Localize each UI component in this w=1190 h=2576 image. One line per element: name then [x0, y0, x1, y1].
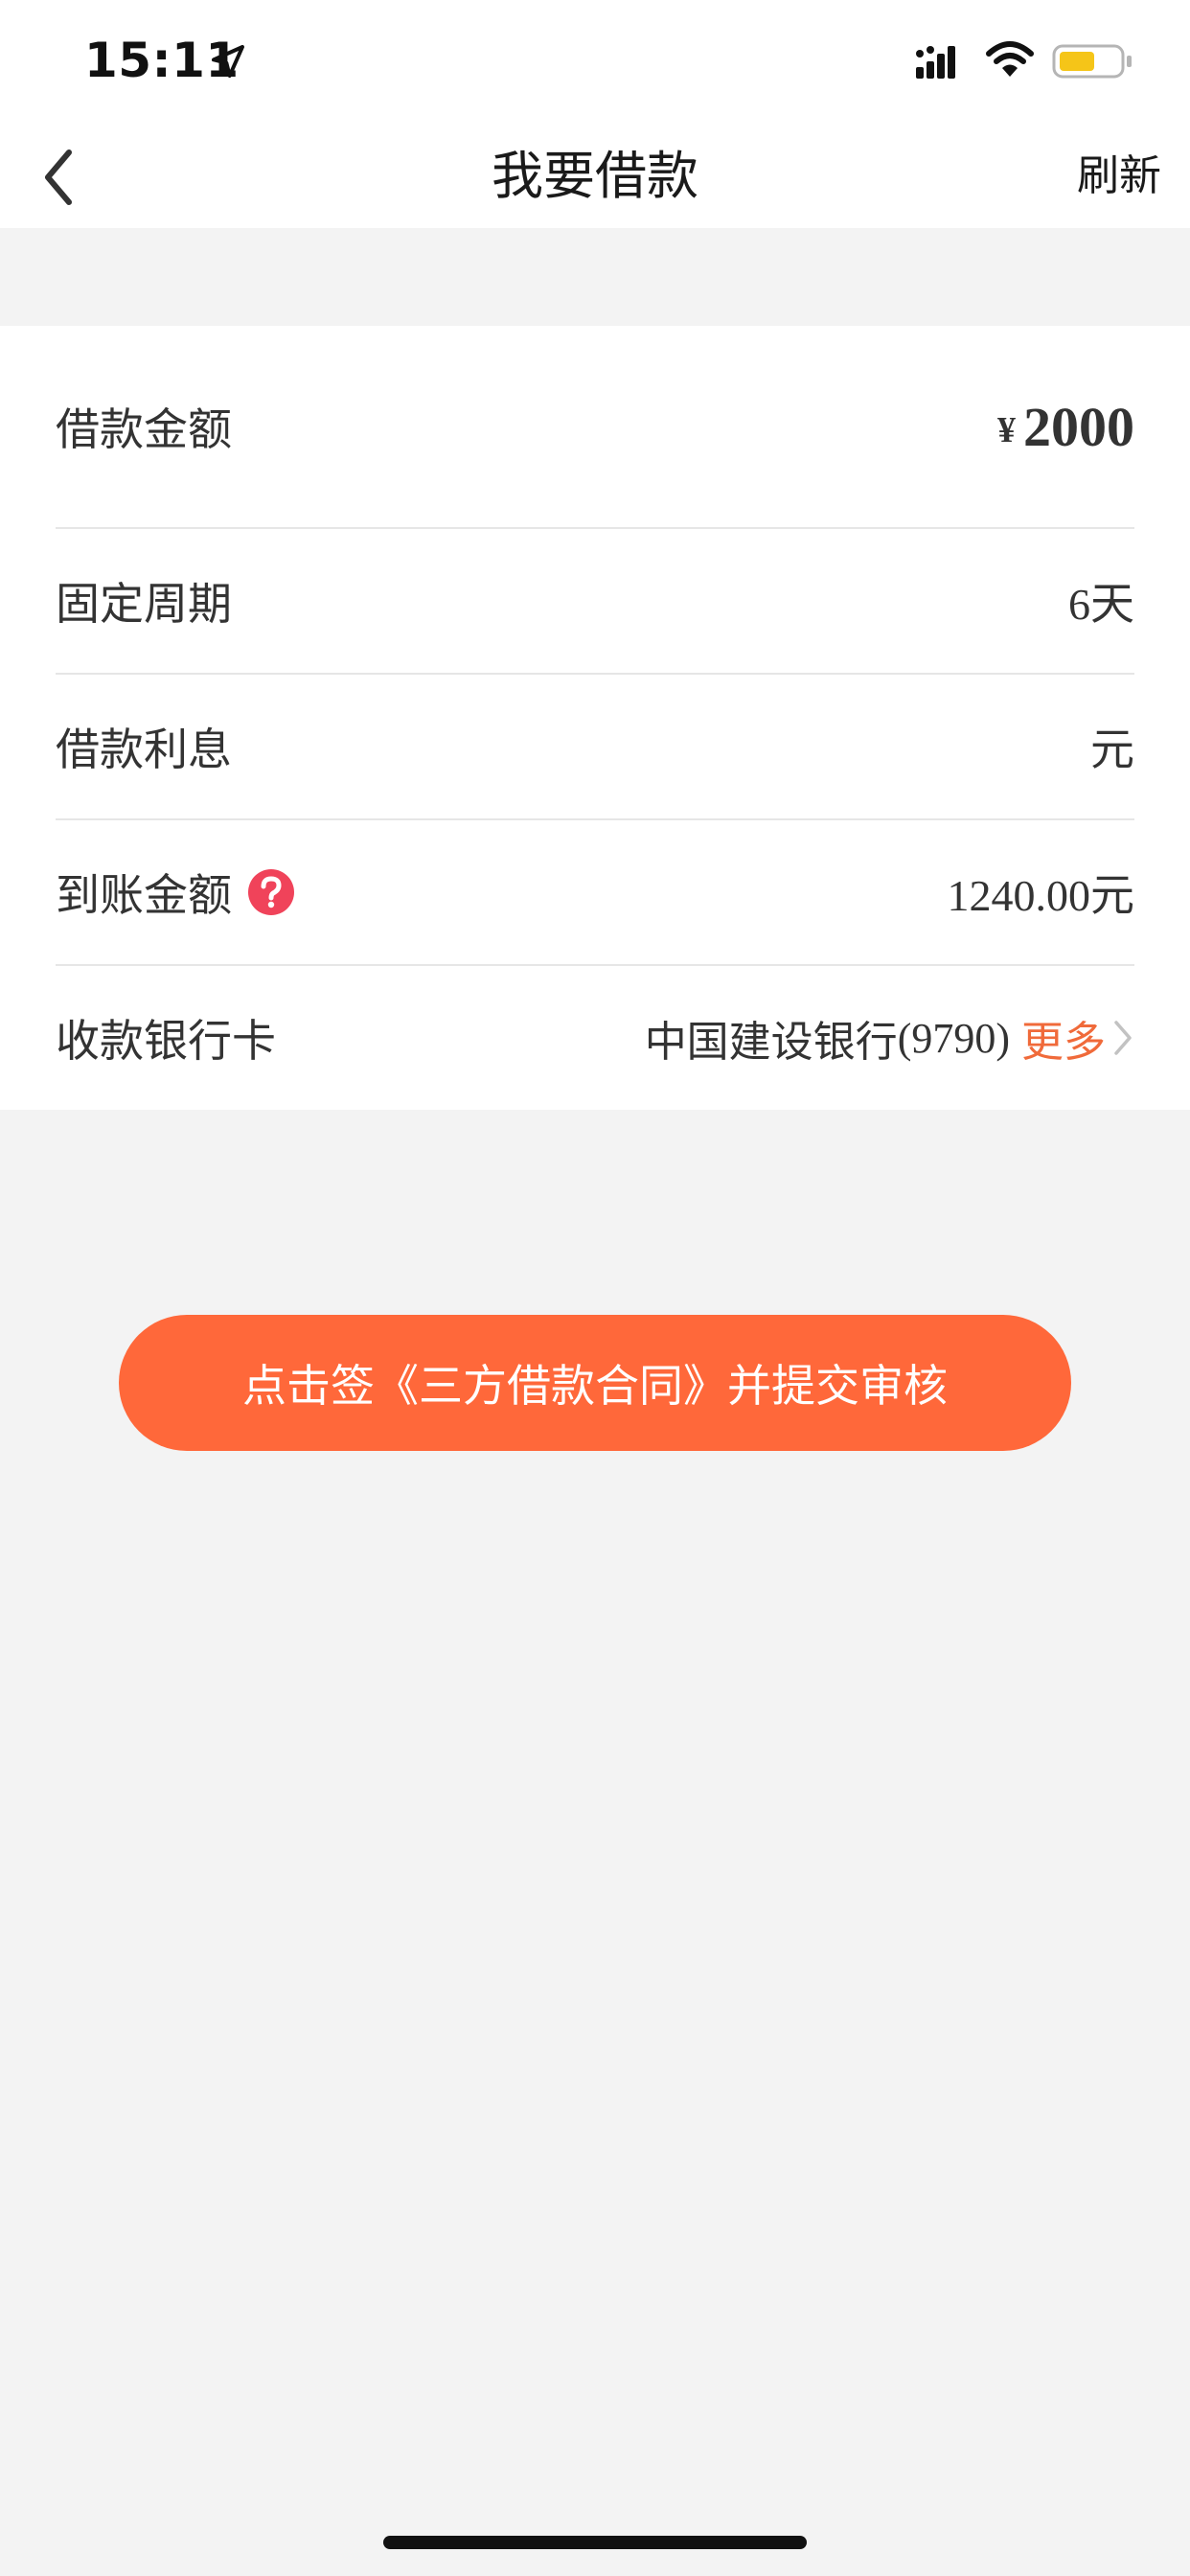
loan-amount-value: ¥ 2000 [997, 395, 1134, 459]
wifi-icon [986, 41, 1034, 77]
chevron-right-icon [1114, 1021, 1132, 1055]
bank-card-suffix: (9790) [897, 1014, 1010, 1062]
loan-amount-label: 借款金额 [56, 403, 232, 455]
received-amount-label-group: 到账金额 [56, 861, 295, 924]
battery-icon [1052, 44, 1132, 79]
bank-card-value: 中国建设银行 (9790) 更多 [645, 1007, 1134, 1069]
more-banks-link[interactable]: 更多 [1021, 1007, 1106, 1069]
received-amount-value: 1240.00元 [947, 871, 1135, 920]
bank-card-label: 收款银行卡 [56, 1015, 276, 1067]
loan-amount-row: 借款金额 ¥ 2000 [56, 326, 1134, 529]
sign-contract-submit-button[interactable]: 点击签《三方借款合同》并提交审核 [119, 1315, 1071, 1451]
fixed-period-label: 固定周期 [56, 578, 232, 630]
refresh-button[interactable]: 刷新 [1077, 125, 1161, 228]
fixed-period-row: 固定周期 6天 [56, 529, 1134, 675]
page-title: 我要借款 [492, 146, 698, 206]
loan-interest-label: 借款利息 [56, 724, 232, 775]
currency-symbol: ¥ [997, 410, 1016, 450]
location-arrow-icon [212, 45, 244, 78]
loan-interest-value: 元 [1090, 725, 1134, 774]
loan-form: 借款金额 ¥ 2000 固定周期 6天 借款利息 元 到账金额 1240.00元… [0, 326, 1190, 1110]
received-amount-row: 到账金额 1240.00元 [56, 820, 1134, 966]
cellular-signal-icon [916, 46, 955, 79]
loan-amount: 2000 [1023, 395, 1134, 458]
home-indicator[interactable] [383, 2536, 807, 2549]
bank-name: 中国建设银行 [644, 1018, 898, 1067]
question-circle-icon[interactable] [247, 868, 295, 916]
received-amount-label: 到账金额 [56, 869, 232, 921]
loan-interest-row: 借款利息 元 [56, 675, 1134, 820]
bank-card-row[interactable]: 收款银行卡 中国建设银行 (9790) 更多 [56, 966, 1134, 1110]
fixed-period-value: 6天 [1068, 580, 1134, 629]
nav-bar: 我要借款 刷新 [0, 125, 1190, 228]
status-bar: 15:11 [0, 0, 1190, 125]
